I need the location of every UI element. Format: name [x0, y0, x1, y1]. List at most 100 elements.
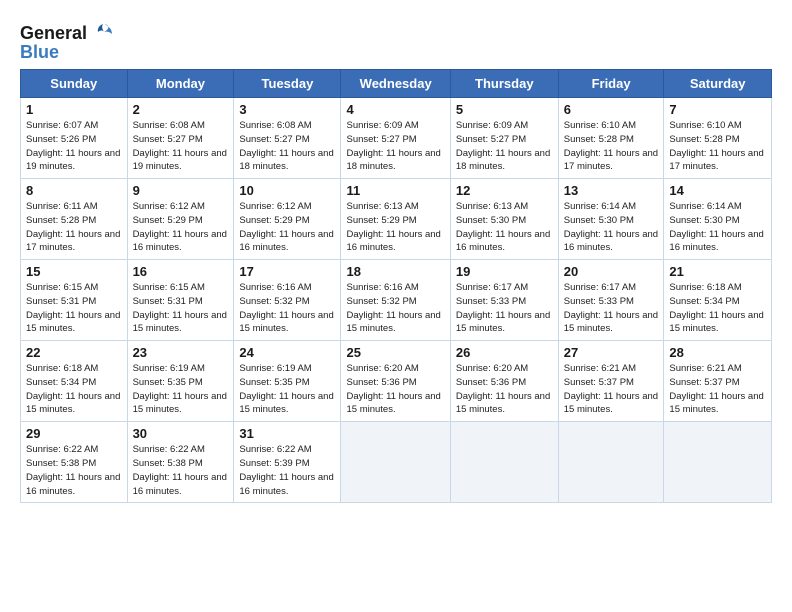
day-info: Sunrise: 6:08 AMSunset: 5:27 PMDaylight:… — [133, 119, 229, 174]
calendar-cell: 23 Sunrise: 6:19 AMSunset: 5:35 PMDayligh… — [127, 341, 234, 422]
day-number: 28 — [669, 345, 766, 360]
day-number: 30 — [133, 426, 229, 441]
day-info: Sunrise: 6:14 AMSunset: 5:30 PMDaylight:… — [669, 200, 766, 255]
day-number: 11 — [346, 183, 444, 198]
day-info: Sunrise: 6:12 AMSunset: 5:29 PMDaylight:… — [133, 200, 229, 255]
calendar-cell — [450, 422, 558, 503]
weekday-header-row: SundayMondayTuesdayWednesdayThursdayFrid… — [21, 70, 772, 98]
calendar-table: SundayMondayTuesdayWednesdayThursdayFrid… — [20, 69, 772, 503]
weekday-header-thursday: Thursday — [450, 70, 558, 98]
day-number: 22 — [26, 345, 122, 360]
day-info: Sunrise: 6:09 AMSunset: 5:27 PMDaylight:… — [456, 119, 553, 174]
day-info: Sunrise: 6:19 AMSunset: 5:35 PMDaylight:… — [133, 362, 229, 417]
weekday-header-wednesday: Wednesday — [341, 70, 450, 98]
calendar-cell: 13 Sunrise: 6:14 AMSunset: 5:30 PMDayligh… — [558, 179, 664, 260]
calendar-cell: 29Sunrise: 6:22 AMSunset: 5:38 PMDayligh… — [21, 422, 128, 503]
calendar-cell: 12 Sunrise: 6:13 AMSunset: 5:30 PMDayligh… — [450, 179, 558, 260]
day-number: 12 — [456, 183, 553, 198]
calendar-cell: 4Sunrise: 6:09 AMSunset: 5:27 PMDaylight… — [341, 98, 450, 179]
day-info: Sunrise: 6:12 AMSunset: 5:29 PMDaylight:… — [239, 200, 335, 255]
day-info: Sunrise: 6:18 AMSunset: 5:34 PMDaylight:… — [669, 281, 766, 336]
day-info: Sunrise: 6:08 AMSunset: 5:27 PMDaylight:… — [239, 119, 335, 174]
calendar-header: SundayMondayTuesdayWednesdayThursdayFrid… — [21, 70, 772, 98]
day-number: 16 — [133, 264, 229, 279]
calendar-cell: 25 Sunrise: 6:20 AMSunset: 5:36 PMDayligh… — [341, 341, 450, 422]
calendar-cell: 16 Sunrise: 6:15 AMSunset: 5:31 PMDayligh… — [127, 260, 234, 341]
calendar-cell: 14 Sunrise: 6:14 AMSunset: 5:30 PMDayligh… — [664, 179, 772, 260]
weekday-header-saturday: Saturday — [664, 70, 772, 98]
calendar-cell: 26 Sunrise: 6:20 AMSunset: 5:36 PMDayligh… — [450, 341, 558, 422]
calendar-cell: 10 Sunrise: 6:12 AMSunset: 5:29 PMDayligh… — [234, 179, 341, 260]
day-info: Sunrise: 6:10 AMSunset: 5:28 PMDaylight:… — [669, 119, 766, 174]
calendar-cell: 22Sunrise: 6:18 AMSunset: 5:34 PMDayligh… — [21, 341, 128, 422]
day-info: Sunrise: 6:20 AMSunset: 5:36 PMDaylight:… — [456, 362, 553, 417]
calendar-cell: 30 Sunrise: 6:22 AMSunset: 5:38 PMDayligh… — [127, 422, 234, 503]
calendar-cell: 3Sunrise: 6:08 AMSunset: 5:27 PMDaylight… — [234, 98, 341, 179]
calendar-cell: 7 Sunrise: 6:10 AMSunset: 5:28 PMDaylight… — [664, 98, 772, 179]
calendar-cell: 19 Sunrise: 6:17 AMSunset: 5:33 PMDayligh… — [450, 260, 558, 341]
logo-inner: General — [20, 22, 116, 44]
day-number: 23 — [133, 345, 229, 360]
weekday-header-sunday: Sunday — [21, 70, 128, 98]
logo-container: General Blue — [20, 22, 116, 63]
day-number: 7 — [669, 102, 766, 117]
header: General Blue — [20, 18, 772, 63]
calendar-cell: 18 Sunrise: 6:16 AMSunset: 5:32 PMDayligh… — [341, 260, 450, 341]
weekday-header-monday: Monday — [127, 70, 234, 98]
day-info: Sunrise: 6:15 AMSunset: 5:31 PMDaylight:… — [133, 281, 229, 336]
calendar-cell: 1Sunrise: 6:07 AMSunset: 5:26 PMDaylight… — [21, 98, 128, 179]
logo-general: General — [20, 23, 87, 44]
day-number: 8 — [26, 183, 122, 198]
day-number: 21 — [669, 264, 766, 279]
calendar-cell: 5 Sunrise: 6:09 AMSunset: 5:27 PMDaylight… — [450, 98, 558, 179]
logo: General Blue — [20, 22, 116, 63]
day-number: 24 — [239, 345, 335, 360]
day-number: 27 — [564, 345, 659, 360]
day-info: Sunrise: 6:14 AMSunset: 5:30 PMDaylight:… — [564, 200, 659, 255]
day-number: 19 — [456, 264, 553, 279]
logo-bird-icon — [90, 22, 116, 44]
calendar-cell: 20 Sunrise: 6:17 AMSunset: 5:33 PMDayligh… — [558, 260, 664, 341]
page: General Blue SundayMondayTuesdayWednesda… — [0, 0, 792, 513]
day-info: Sunrise: 6:21 AMSunset: 5:37 PMDaylight:… — [564, 362, 659, 417]
day-info: Sunrise: 6:10 AMSunset: 5:28 PMDaylight:… — [564, 119, 659, 174]
day-number: 10 — [239, 183, 335, 198]
day-info: Sunrise: 6:20 AMSunset: 5:36 PMDaylight:… — [346, 362, 444, 417]
calendar-cell: 28 Sunrise: 6:21 AMSunset: 5:37 PMDayligh… — [664, 341, 772, 422]
day-info: Sunrise: 6:16 AMSunset: 5:32 PMDaylight:… — [346, 281, 444, 336]
day-number: 4 — [346, 102, 444, 117]
day-info: Sunrise: 6:21 AMSunset: 5:37 PMDaylight:… — [669, 362, 766, 417]
calendar-cell — [341, 422, 450, 503]
day-info: Sunrise: 6:17 AMSunset: 5:33 PMDaylight:… — [456, 281, 553, 336]
day-number: 14 — [669, 183, 766, 198]
day-number: 9 — [133, 183, 229, 198]
calendar-cell — [558, 422, 664, 503]
day-info: Sunrise: 6:13 AMSunset: 5:30 PMDaylight:… — [456, 200, 553, 255]
calendar-cell: 11 Sunrise: 6:13 AMSunset: 5:29 PMDayligh… — [341, 179, 450, 260]
calendar-cell: 21 Sunrise: 6:18 AMSunset: 5:34 PMDayligh… — [664, 260, 772, 341]
calendar-week-row: 29 Sunrise: 6:22 AMSunset: 5:38 PMDayligh… — [21, 422, 772, 503]
calendar-week-row: 22Sunrise: 6:18 AMSunset: 5:34 PMDayligh… — [21, 341, 772, 422]
logo-blue: Blue — [20, 42, 59, 63]
calendar-cell: 17Sunrise: 6:16 AMSunset: 5:32 PMDayligh… — [234, 260, 341, 341]
day-number: 25 — [346, 345, 444, 360]
calendar-body: 1Sunrise: 6:07 AMSunset: 5:26 PMDaylight… — [21, 98, 772, 503]
calendar-cell: 6 Sunrise: 6:10 AMSunset: 5:28 PMDaylight… — [558, 98, 664, 179]
day-number: 17 — [239, 264, 335, 279]
day-number: 2 — [133, 102, 229, 117]
day-number: 26 — [456, 345, 553, 360]
calendar-cell: 15Sunrise: 6:15 AMSunset: 5:31 PMDayligh… — [21, 260, 128, 341]
weekday-header-friday: Friday — [558, 70, 664, 98]
calendar-week-row: 1Sunrise: 6:07 AMSunset: 5:26 PMDaylight… — [21, 98, 772, 179]
calendar-cell: 9 Sunrise: 6:12 AMSunset: 5:29 PMDaylight… — [127, 179, 234, 260]
day-number: 18 — [346, 264, 444, 279]
day-number: 13 — [564, 183, 659, 198]
day-number: 6 — [564, 102, 659, 117]
day-number: 20 — [564, 264, 659, 279]
day-number: 5 — [456, 102, 553, 117]
day-info: Sunrise: 6:17 AMSunset: 5:33 PMDaylight:… — [564, 281, 659, 336]
calendar-cell: 24Sunrise: 6:19 AMSunset: 5:35 PMDayligh… — [234, 341, 341, 422]
day-info: Sunrise: 6:13 AMSunset: 5:29 PMDaylight:… — [346, 200, 444, 255]
day-info: Sunrise: 6:22 AMSunset: 5:38 PMDaylight:… — [133, 443, 229, 498]
day-number: 29 — [26, 426, 122, 441]
